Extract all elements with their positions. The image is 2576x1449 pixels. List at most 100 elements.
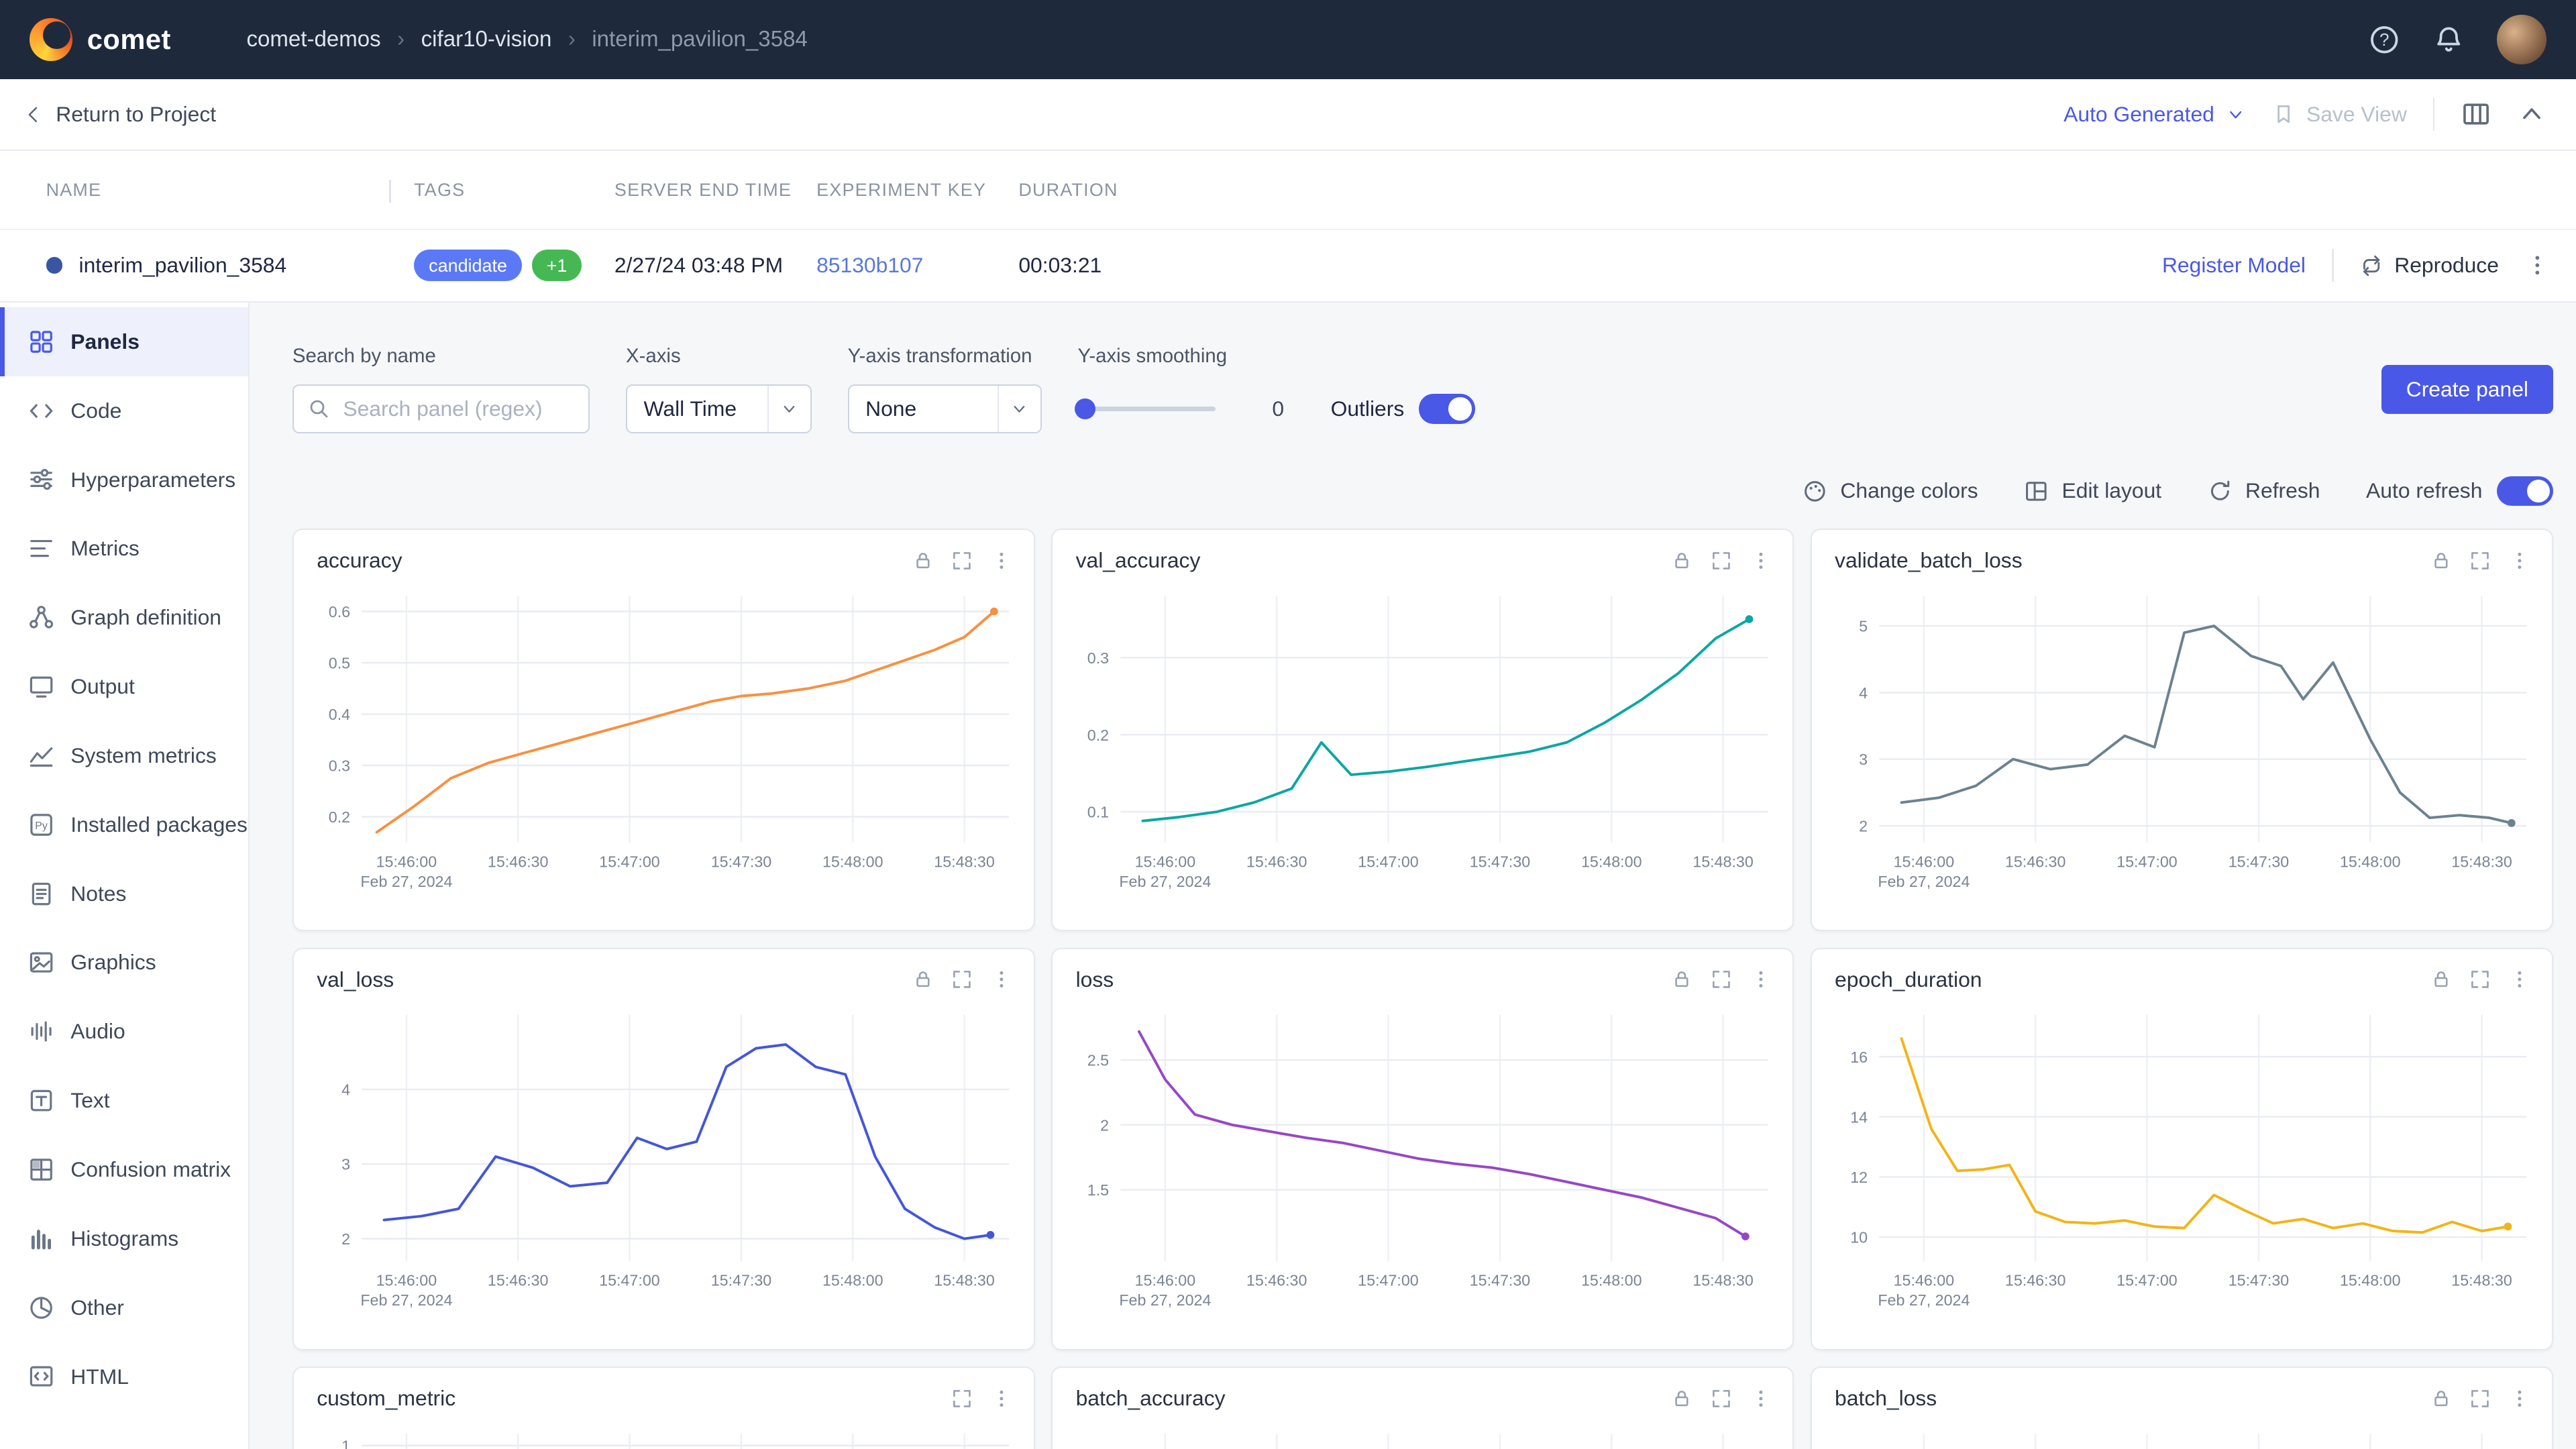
line-chart[interactable]: 15:46:0015:46:3015:47:0015:47:3015:48:00… xyxy=(1823,998,2540,1317)
lock-icon[interactable] xyxy=(912,969,934,990)
line-chart[interactable]: 15:46:0015:46:3015:47:0015:47:3015:48:00… xyxy=(1823,580,2540,898)
kebab-icon[interactable] xyxy=(1750,969,1772,990)
expand-icon[interactable] xyxy=(951,969,973,990)
lock-icon[interactable] xyxy=(2430,969,2452,990)
sidebar-item-label: Other xyxy=(70,1295,124,1320)
outliers-toggle[interactable] xyxy=(1419,394,1474,423)
sidebar-item-other[interactable]: Other xyxy=(0,1273,248,1342)
expand-icon[interactable] xyxy=(951,550,973,572)
sidebar-item-text[interactable]: Text xyxy=(0,1066,248,1135)
kebab-icon[interactable] xyxy=(991,969,1012,990)
edit-layout-button[interactable]: Edit layout xyxy=(2024,478,2161,503)
kebab-icon[interactable] xyxy=(2509,1388,2530,1409)
kebab-icon[interactable] xyxy=(991,550,1012,572)
lock-icon[interactable] xyxy=(1671,1388,1693,1409)
expand-icon[interactable] xyxy=(2469,969,2491,990)
notifications-icon[interactable] xyxy=(2433,24,2465,56)
row-menu-icon[interactable] xyxy=(2525,253,2550,278)
view-selector-dropdown[interactable]: Auto Generated xyxy=(2063,102,2245,127)
user-avatar[interactable] xyxy=(2497,15,2546,64)
save-view-button[interactable]: Save View xyxy=(2272,102,2407,127)
breadcrumb-item[interactable]: cifar10-vision xyxy=(421,27,552,52)
change-colors-button[interactable]: Change colors xyxy=(1803,478,1978,503)
svg-text:2: 2 xyxy=(1860,818,1868,835)
sidebar-item-system-metrics[interactable]: System metrics xyxy=(0,721,248,790)
sidebar-item-label: Code xyxy=(70,398,121,423)
search-input[interactable] xyxy=(292,384,590,433)
reproduce-button[interactable]: Reproduce xyxy=(2360,253,2499,278)
experiment-name[interactable]: interim_pavilion_3584 xyxy=(79,253,287,278)
lock-icon[interactable] xyxy=(912,550,934,572)
expand-icon[interactable] xyxy=(2469,550,2491,572)
breadcrumb-item[interactable]: comet-demos xyxy=(246,27,380,52)
expand-icon[interactable] xyxy=(2469,1388,2491,1409)
lock-icon[interactable] xyxy=(1671,969,1693,990)
chart-panel-header: loss xyxy=(1053,949,1792,996)
create-panel-button[interactable]: Create panel xyxy=(2381,365,2553,414)
table-view-icon[interactable] xyxy=(2461,99,2491,129)
smoothing-slider-knob[interactable] xyxy=(1075,398,1096,420)
sidebar-item-label: Output xyxy=(70,674,135,699)
line-chart[interactable]: 15:46:0015:46:3015:47:0015:47:3015:48:00… xyxy=(1065,998,1781,1317)
line-chart[interactable]: 15:46:0015:46:3015:47:0015:47:3015:48:00… xyxy=(1823,1417,2540,1449)
sidebar-item-graphics[interactable]: Graphics xyxy=(0,928,248,998)
kebab-icon[interactable] xyxy=(1750,1388,1772,1409)
kebab-icon[interactable] xyxy=(1750,550,1772,572)
breadcrumb-item[interactable]: interim_pavilion_3584 xyxy=(592,27,808,52)
sidebar-item-graph-definition[interactable]: Graph definition xyxy=(0,583,248,652)
svg-text:15:48:30: 15:48:30 xyxy=(934,1272,995,1289)
sidebar-item-installed-packages[interactable]: PyInstalled packages xyxy=(0,790,248,859)
expand-icon[interactable] xyxy=(951,1388,973,1409)
sidebar-item-notes[interactable]: Notes xyxy=(0,859,248,928)
line-chart[interactable]: 15:46:0015:46:3015:47:0015:47:3015:48:00… xyxy=(306,1417,1022,1449)
sidebar-item-hyperparameters[interactable]: Hyperparameters xyxy=(0,445,248,515)
return-to-project-button[interactable]: Return to Project xyxy=(23,102,216,127)
kebab-icon[interactable] xyxy=(2509,969,2530,990)
svg-text:15:46:00: 15:46:00 xyxy=(1894,853,1955,871)
chart-panel-title: val_accuracy xyxy=(1076,548,1201,573)
register-model-link[interactable]: Register Model xyxy=(2162,253,2306,278)
lock-icon[interactable] xyxy=(2430,550,2452,572)
sidebar-item-histograms[interactable]: Histograms xyxy=(0,1204,248,1273)
svg-text:15:46:30: 15:46:30 xyxy=(487,1272,548,1289)
svg-text:15:48:00: 15:48:00 xyxy=(1581,853,1642,871)
ytrans-select[interactable]: None xyxy=(848,384,1042,433)
expand-icon[interactable] xyxy=(1711,1388,1732,1409)
collapse-icon[interactable] xyxy=(2517,99,2546,129)
chart-panel-actions xyxy=(951,1388,1012,1409)
ytrans-value: None xyxy=(849,396,998,421)
panels-controls: Search by name X-axis Wall Time xyxy=(292,345,2553,433)
line-chart[interactable]: 15:46:0015:46:3015:47:0015:47:3015:48:00… xyxy=(306,998,1022,1317)
line-chart[interactable]: 15:46:0015:46:3015:47:0015:47:3015:48:00… xyxy=(1065,1417,1781,1449)
lock-icon[interactable] xyxy=(2430,1388,2452,1409)
help-icon[interactable]: ? xyxy=(2369,24,2400,56)
auto-refresh-toggle[interactable] xyxy=(2497,476,2553,506)
tag-pill[interactable]: +1 xyxy=(532,250,582,281)
metrics-icon xyxy=(28,535,54,561)
line-chart[interactable]: 15:46:0015:46:3015:47:0015:47:3015:48:00… xyxy=(306,580,1022,898)
sidebar-item-code[interactable]: Code xyxy=(0,376,248,445)
experiment-key-link[interactable]: 85130b107 xyxy=(816,253,1018,278)
html-icon xyxy=(28,1363,54,1389)
kebab-icon[interactable] xyxy=(2509,550,2530,572)
sidebar-item-confusion-matrix[interactable]: Confusion matrix xyxy=(0,1135,248,1204)
kebab-icon[interactable] xyxy=(991,1388,1012,1409)
smoothing-slider[interactable] xyxy=(1077,407,1216,411)
line-chart[interactable]: 15:46:0015:46:3015:47:0015:47:3015:48:00… xyxy=(1065,580,1781,898)
installed-packages-icon: Py xyxy=(28,812,54,838)
sidebar-item-html[interactable]: HTML xyxy=(0,1342,248,1411)
tag-pill[interactable]: candidate xyxy=(414,250,522,281)
expand-icon[interactable] xyxy=(1711,550,1732,572)
duration-cell: 00:03:21 xyxy=(1018,253,1199,278)
sidebar-item-audio[interactable]: Audio xyxy=(0,997,248,1066)
xaxis-select[interactable]: Wall Time xyxy=(626,384,812,433)
comet-logo[interactable]: comet xyxy=(30,18,171,61)
lock-icon[interactable] xyxy=(1671,550,1693,572)
sidebar-item-metrics[interactable]: Metrics xyxy=(0,514,248,583)
refresh-button[interactable]: Refresh xyxy=(2208,478,2320,503)
sidebar-item-output[interactable]: Output xyxy=(0,652,248,721)
expand-icon[interactable] xyxy=(1711,969,1732,990)
experiment-row[interactable]: interim_pavilion_3584 candidate+1 2/27/2… xyxy=(0,230,2576,303)
xaxis-label: X-axis xyxy=(626,345,812,368)
sidebar-item-panels[interactable]: Panels xyxy=(0,307,248,376)
